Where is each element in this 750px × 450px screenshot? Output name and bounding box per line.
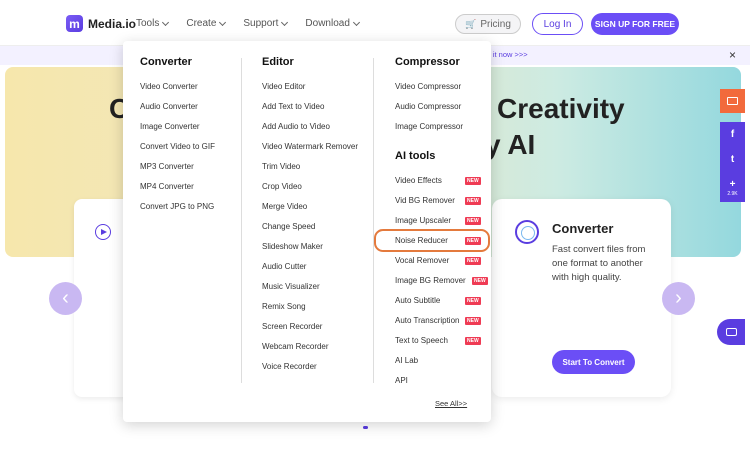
menu-item-image-bg-remover[interactable]: Image BG Remover <box>395 276 466 285</box>
menu-item-screen-recorder[interactable]: Screen Recorder <box>262 322 322 331</box>
converter-heading: Converter <box>140 56 192 68</box>
new-badge: NEW <box>465 197 481 205</box>
menu-item-music-visualizer[interactable]: Music Visualizer <box>262 282 320 291</box>
logo-text: Media.io <box>88 16 137 31</box>
menu-item-add-text-to-video[interactable]: Add Text to Video <box>262 102 324 111</box>
new-badge: NEW <box>465 317 481 325</box>
nav-support[interactable]: Support <box>243 18 289 29</box>
column-divider <box>373 58 374 383</box>
new-badge: NEW <box>465 177 481 185</box>
nav-tools-label: Tools <box>136 18 160 29</box>
chat-icon <box>725 328 737 336</box>
close-icon[interactable]: × <box>729 48 736 62</box>
column-divider <box>241 58 242 383</box>
menu-item-add-audio-to-video[interactable]: Add Audio to Video <box>262 122 330 131</box>
menu-item-remix-song[interactable]: Remix Song <box>262 302 306 311</box>
menu-item-slideshow-maker[interactable]: Slideshow Maker <box>262 242 323 251</box>
page: C Creativity y AI Converter Fast convert… <box>0 0 750 450</box>
notice-link[interactable]: y it now >>> <box>487 50 528 59</box>
desktop-app-button[interactable] <box>720 89 745 113</box>
menu-item-video-editor[interactable]: Video Editor <box>262 82 305 91</box>
menu-item-ai-lab[interactable]: AI Lab <box>395 356 418 365</box>
menu-item-audio-cutter[interactable]: Audio Cutter <box>262 262 306 271</box>
new-badge: NEW <box>472 277 488 285</box>
hero-title-line2: y AI <box>485 129 536 160</box>
menu-item-merge-video[interactable]: Merge Video <box>262 202 307 211</box>
menu-item-video-effects[interactable]: Video Effects <box>395 176 442 185</box>
menu-item-video-watermark-remover[interactable]: Video Watermark Remover <box>262 142 358 151</box>
menu-item-video-converter[interactable]: Video Converter <box>140 82 198 91</box>
tools-dropdown-menu: Converter Video Converter Audio Converter… <box>123 41 491 422</box>
menu-item-convert-jpg-to-png[interactable]: Convert JPG to PNG <box>140 202 214 211</box>
menu-item-mp4-converter[interactable]: MP4 Converter <box>140 182 194 191</box>
nav-support-label: Support <box>243 18 279 29</box>
twitter-icon[interactable]: t <box>731 147 734 172</box>
menu-item-mp3-converter[interactable]: MP3 Converter <box>140 162 194 171</box>
chevron-down-icon <box>281 18 289 26</box>
main-nav: Tools Create Support Download <box>136 18 360 29</box>
nav-tools[interactable]: Tools <box>136 18 170 29</box>
menu-item-text-to-speech[interactable]: Text to Speech <box>395 336 448 345</box>
ai-tools-heading: AI tools <box>395 150 436 162</box>
menu-item-change-speed[interactable]: Change Speed <box>262 222 315 231</box>
menu-item-voice-recorder[interactable]: Voice Recorder <box>262 362 317 371</box>
chevron-down-icon <box>352 18 360 26</box>
carousel-prev-button[interactable]: ‹ <box>49 282 82 315</box>
menu-item-audio-converter[interactable]: Audio Converter <box>140 102 198 111</box>
noise-reducer-highlight <box>374 229 490 252</box>
menu-item-crop-video[interactable]: Crop Video <box>262 182 302 191</box>
converter-card-description: Fast convert files from one format to an… <box>552 244 646 283</box>
nav-create[interactable]: Create <box>186 18 227 29</box>
share-count: 2.9K <box>727 191 738 197</box>
pricing-label: Pricing <box>480 18 511 30</box>
chevron-down-icon <box>162 18 170 26</box>
menu-item-convert-video-to-gif[interactable]: Convert Video to GIF <box>140 142 215 151</box>
menu-item-webcam-recorder[interactable]: Webcam Recorder <box>262 342 329 351</box>
menu-item-vocal-remover[interactable]: Vocal Remover <box>395 256 449 265</box>
facebook-icon[interactable]: f <box>731 122 734 147</box>
carousel-next-button[interactable]: › <box>662 282 695 315</box>
menu-item-vid-bg-remover[interactable]: Vid BG Remover <box>395 196 455 205</box>
converter-card-title: Converter <box>552 221 614 236</box>
menu-item-image-converter[interactable]: Image Converter <box>140 122 200 131</box>
chat-button[interactable] <box>717 319 745 345</box>
menu-item-image-compressor[interactable]: Image Compressor <box>395 122 463 131</box>
logo[interactable]: m Media.io <box>66 15 136 32</box>
nav-create-label: Create <box>186 18 217 29</box>
cart-icon: 🛒 <box>465 18 477 29</box>
menu-item-auto-transcription[interactable]: Auto Transcription <box>395 316 459 325</box>
play-icon <box>95 224 111 240</box>
logo-icon: m <box>66 15 83 32</box>
menu-item-trim-video[interactable]: Trim Video <box>262 162 300 171</box>
see-all-link[interactable]: See All>> <box>435 399 467 408</box>
new-badge: NEW <box>465 217 481 225</box>
start-to-convert-button[interactable]: Start To Convert <box>552 350 635 374</box>
new-badge: NEW <box>465 337 481 345</box>
new-badge: NEW <box>465 257 481 265</box>
share-bar: f t + 2.9K <box>720 122 745 202</box>
menu-item-auto-subtitle[interactable]: Auto Subtitle <box>395 296 440 305</box>
menu-item-video-compressor[interactable]: Video Compressor <box>395 82 461 91</box>
top-nav: m Media.io Tools Create Support Download… <box>0 0 750 46</box>
signup-button[interactable]: SIGN UP FOR FREE <box>591 13 679 35</box>
compressor-heading: Compressor <box>395 56 460 68</box>
carousel-indicator[interactable] <box>363 426 368 429</box>
nav-download[interactable]: Download <box>305 18 360 29</box>
login-button[interactable]: Log In <box>532 13 583 35</box>
editor-heading: Editor <box>262 56 294 68</box>
menu-item-image-upscaler[interactable]: Image Upscaler <box>395 216 451 225</box>
new-badge: NEW <box>465 297 481 305</box>
hero-title-line1: Creativity <box>497 93 625 124</box>
monitor-icon <box>727 97 738 105</box>
menu-item-api[interactable]: API <box>395 376 408 385</box>
chevron-down-icon <box>219 18 227 26</box>
convert-icon <box>515 220 539 244</box>
pricing-button[interactable]: 🛒 Pricing <box>455 14 521 34</box>
menu-item-audio-compressor[interactable]: Audio Compressor <box>395 102 461 111</box>
nav-download-label: Download <box>305 18 350 29</box>
